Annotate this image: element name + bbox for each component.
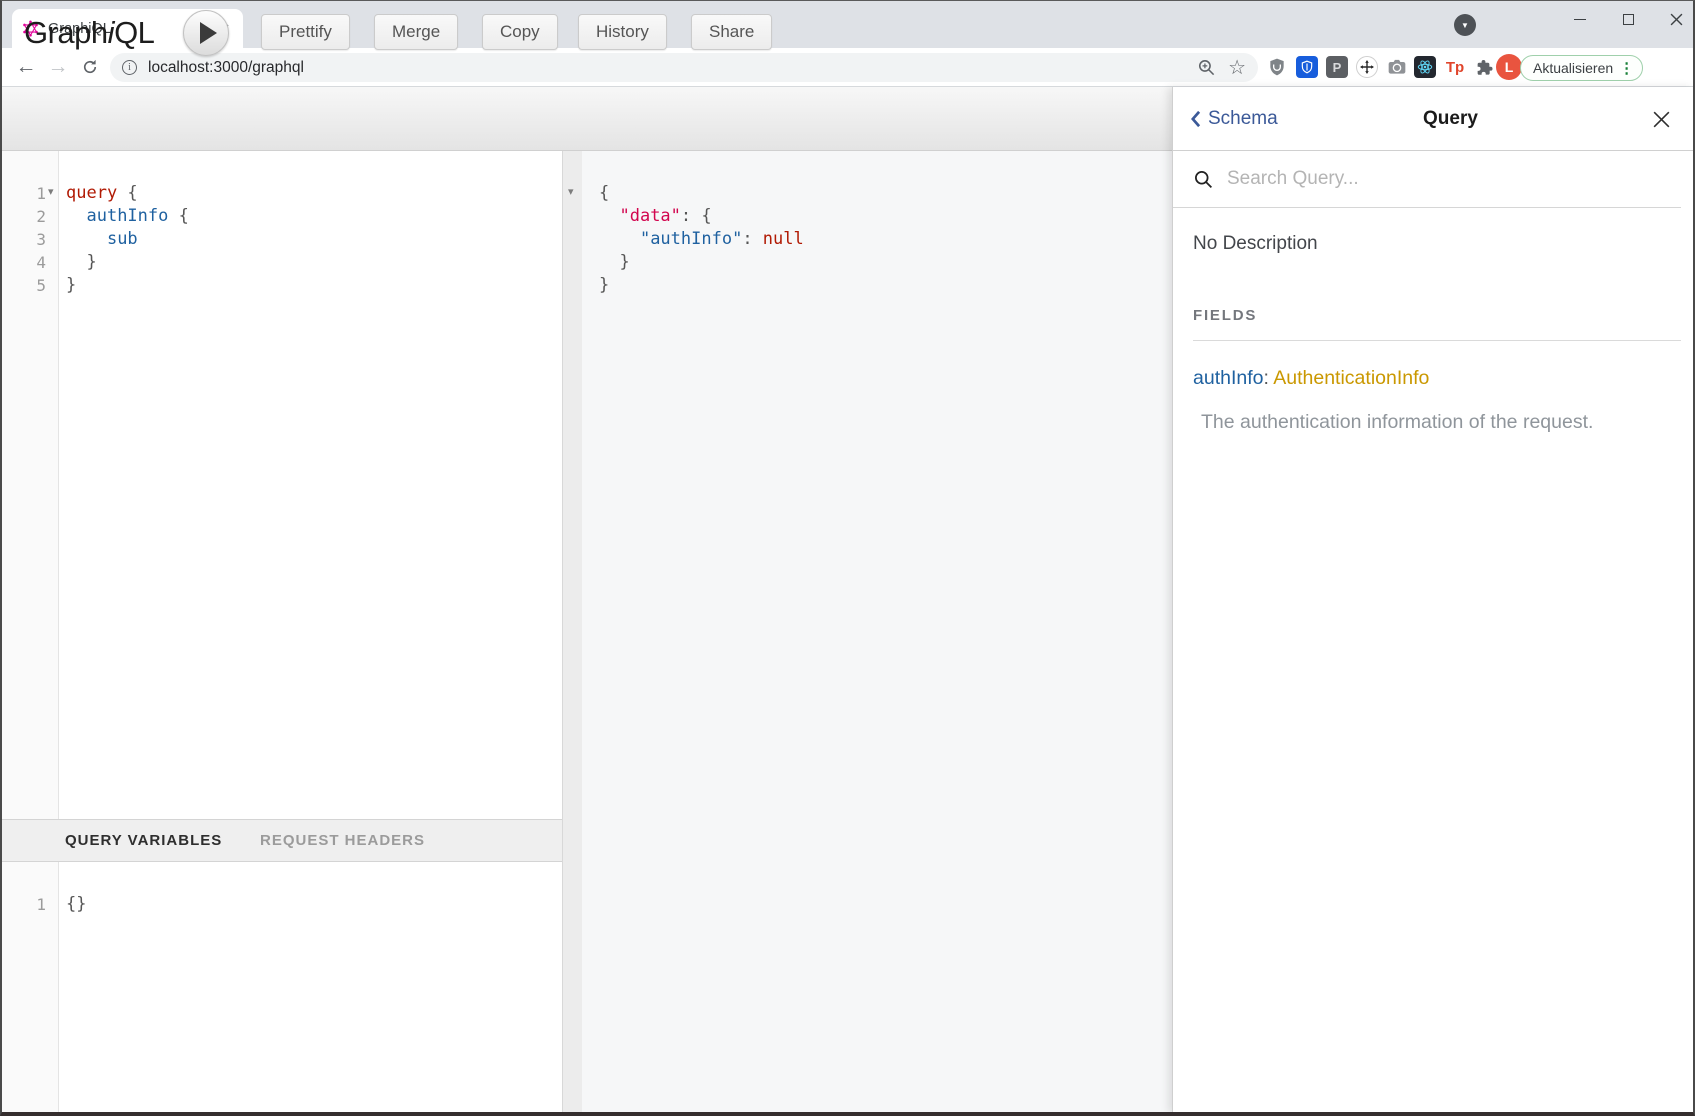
chevron-down-icon: ▼ [1461,21,1469,30]
copy-button[interactable]: Copy [482,14,558,50]
bitwarden-extension-icon[interactable] [1295,55,1319,79]
camera-extension-icon[interactable] [1385,55,1409,79]
execute-button[interactable] [183,10,229,56]
field-description: The authentication information of the re… [1201,411,1671,434]
fold-arrow-icon[interactable]: ▾ [568,185,574,198]
tab-query-variables[interactable]: QUERY VARIABLES [65,820,222,861]
reload-button[interactable] [76,53,104,81]
query-code[interactable]: query { authInfo { sub } } [66,182,189,297]
update-button[interactable]: Aktualisieren ⋮ [1520,55,1643,81]
tab-request-headers[interactable]: REQUEST HEADERS [260,820,425,861]
history-button[interactable]: History [578,14,667,50]
minimize-icon [1574,19,1586,20]
omnibox[interactable]: i localhost:3000/graphql ☆ [110,53,1258,82]
no-description-text: No Description [1193,233,1675,255]
url-text[interactable]: localhost:3000/graphql [148,59,1197,77]
profile-avatar[interactable]: L [1496,54,1522,80]
code-line: authInfo { [66,205,189,228]
field-separator: : [1263,367,1268,389]
fold-arrow-icon[interactable]: ▾ [48,185,54,198]
kebab-menu-icon[interactable]: ⋮ [1619,59,1634,77]
forward-button[interactable]: → [44,53,72,81]
result-viewer[interactable]: { "data": { "authInfo": null } } [582,151,1172,1113]
crosshair-extension-icon[interactable] [1355,55,1379,79]
ublock-extension-icon[interactable] [1265,55,1289,79]
extensions-puzzle-icon[interactable] [1471,55,1495,79]
docs-close-button[interactable] [1649,107,1673,131]
tp-extension-icon[interactable]: Tp [1443,55,1467,79]
code-line: { [599,182,804,205]
code-line: } [599,251,804,274]
result-code: { "data": { "authInfo": null } } [599,182,804,297]
field-row: authInfo: AuthenticationInfo [1193,367,1675,390]
merge-button[interactable]: Merge [374,14,458,50]
code-line: "data": { [599,205,804,228]
code-line: sub [66,228,189,251]
browser-titlebar: GraphiQL + ▼ [2,1,1693,48]
code-line: } [66,274,189,297]
graphiql-topbar [2,87,1172,151]
docs-back-link[interactable]: Schema [1190,108,1278,130]
chevron-left-icon [1190,110,1201,128]
back-button[interactable]: ← [12,53,40,81]
code-line: {} [66,893,86,916]
docs-header: Schema Query [1173,87,1695,151]
search-icon [1193,169,1214,190]
query-editor[interactable]: 1 2 3 4 5 ▾ query { authInfo { sub } } [2,151,562,819]
update-button-label: Aktualisieren [1533,60,1613,76]
bookmark-star-icon[interactable]: ☆ [1228,55,1246,80]
code-line: } [599,274,804,297]
close-window-button[interactable] [1654,1,1695,37]
code-line: "authInfo": null [599,228,804,251]
variables-line-numbers: 1 [2,893,46,916]
p-extension-icon[interactable]: P [1325,55,1349,79]
docs-back-label: Schema [1208,108,1278,130]
site-info-icon[interactable]: i [122,60,137,75]
maximize-icon [1623,14,1634,25]
close-icon [1651,109,1672,130]
code-line: } [66,251,189,274]
react-devtools-extension-icon[interactable] [1413,55,1437,79]
fields-heading: FIELDS [1193,307,1675,324]
minimize-button[interactable] [1558,1,1602,37]
profile-menu-button[interactable]: ▼ [1454,14,1476,36]
browser-window: GraphiQL + ▼ ← → i localhost:3000/graphq… [0,0,1695,1116]
close-icon [1670,13,1683,26]
zoom-icon[interactable] [1197,58,1216,77]
code-line: query { [66,182,189,205]
variables-tab-bar: QUERY VARIABLES REQUEST HEADERS [2,819,562,862]
maximize-button[interactable] [1606,1,1650,37]
reload-icon [81,58,99,76]
play-icon [200,22,217,44]
variables-code[interactable]: {} [66,893,86,916]
field-type-link[interactable]: AuthenticationInfo [1273,367,1429,389]
variables-editor[interactable]: 1 {} [2,862,562,1113]
field-name-link[interactable]: authInfo [1193,367,1263,389]
editor-drag-divider[interactable]: ▾ [562,151,582,1113]
docs-search-row [1173,151,1681,208]
fields-divider [1193,340,1681,341]
prettify-button[interactable]: Prettify [261,14,350,50]
share-button[interactable]: Share [691,14,772,50]
graphiql-logo: GraphiQL [24,15,154,51]
docs-search-input[interactable] [1227,168,1607,190]
docs-panel: Schema Query No Description FIELDS authI… [1172,87,1695,1113]
docs-title: Query [1423,87,1478,151]
query-line-numbers: 1 2 3 4 5 [2,182,46,297]
